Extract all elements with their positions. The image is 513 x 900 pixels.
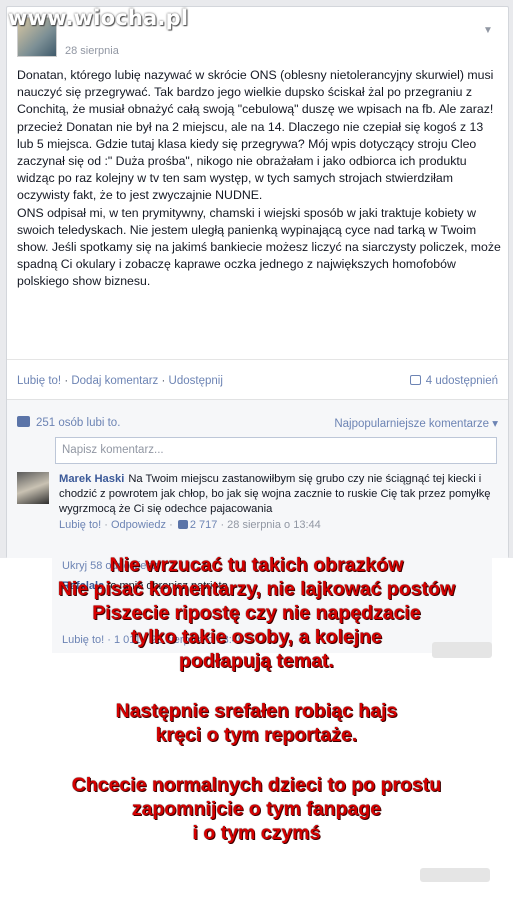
overlay-message: Nie wrzucać tu takich obrazków Nie pisać…	[0, 553, 513, 845]
add-comment-button[interactable]: Dodaj komentarz	[71, 375, 158, 387]
like-button[interactable]: Lubię to!	[17, 375, 61, 387]
overlay-line: Nie wrzucać tu takich obrazków	[109, 554, 404, 576]
post-text: Donatan, którego lubię nazywać w skrócie…	[17, 67, 501, 291]
thumbs-up-icon	[177, 520, 188, 529]
post-card: 28 sierpnia ▼ Donatan, którego lubię naz…	[6, 6, 509, 559]
post-date[interactable]: 28 sierpnia	[65, 45, 119, 57]
watermark: www.wiocha.pl	[8, 6, 189, 30]
overlay-line: Piszecie ripostę czy nie napędzacie	[92, 602, 421, 624]
divider	[7, 359, 508, 360]
comment-like-count[interactable]: 2 717	[190, 519, 218, 531]
sort-label: Najpopularniejsze komentarze	[334, 418, 490, 430]
comment-sort-dropdown[interactable]: Najpopularniejsze komentarze ▾	[334, 416, 498, 430]
post-paragraph-2: ONS odpisał mi, w ten prymitywny, chamsk…	[17, 205, 501, 289]
overlay-line: Następnie srefałen robiąc hajs	[115, 700, 398, 722]
chevron-down-icon[interactable]: ▼	[483, 25, 497, 36]
commenter-avatar[interactable]	[17, 472, 49, 504]
likes-label: 251 osób lubi to.	[36, 417, 121, 429]
shares-label: 4 udostępnień	[425, 375, 498, 387]
overlay-line: podłapują temat.	[179, 650, 334, 672]
share-button[interactable]: Udostępnij	[169, 375, 223, 387]
thumbs-up-icon	[17, 416, 30, 427]
shares-count[interactable]: 4 udostępnień	[409, 375, 498, 387]
overlay-line: kręci o tym reportaże.	[155, 724, 358, 746]
overlay-line: i o tym czymś	[192, 822, 321, 844]
overlay-line: Chcecie normalnych dzieci to po prostu	[71, 774, 442, 796]
comment-like-button[interactable]: Lubię to!	[59, 519, 101, 531]
overlay-line: zapomnijcie o tym fanpage	[131, 798, 382, 820]
chevron-down-icon: ▾	[492, 418, 498, 430]
post-paragraph-1: Donatan, którego lubię nazywać w skrócie…	[17, 68, 494, 203]
overlay-line: Nie pisać komentarzy, nie lajkować postó…	[57, 578, 456, 600]
overlay-line: tylko takie osoby, a kolejne	[130, 626, 383, 648]
comment-body: Marek Haski Na Twoim miejscu zastanowiłby…	[59, 472, 497, 533]
blurred-patch	[420, 868, 490, 882]
comment-input[interactable]: Napisz komentarz...	[55, 437, 497, 464]
post-actions: Lubię to! · Dodaj komentarz · Udostępnij	[17, 375, 223, 387]
likes-summary[interactable]: 251 osób lubi to.	[17, 416, 120, 429]
share-icon	[409, 375, 421, 385]
comment-meta: Lubię to! · Odpowiedz · 2 717 · 28 sierp…	[59, 519, 321, 531]
comment-reply-button[interactable]: Odpowiedz	[111, 519, 166, 531]
comment-date[interactable]: 28 sierpnia o 13:44	[227, 519, 321, 531]
comments-section: 251 osób lubi to. Najpopularniejsze kome…	[7, 399, 508, 559]
comment-author[interactable]: Marek Haski	[59, 473, 124, 485]
